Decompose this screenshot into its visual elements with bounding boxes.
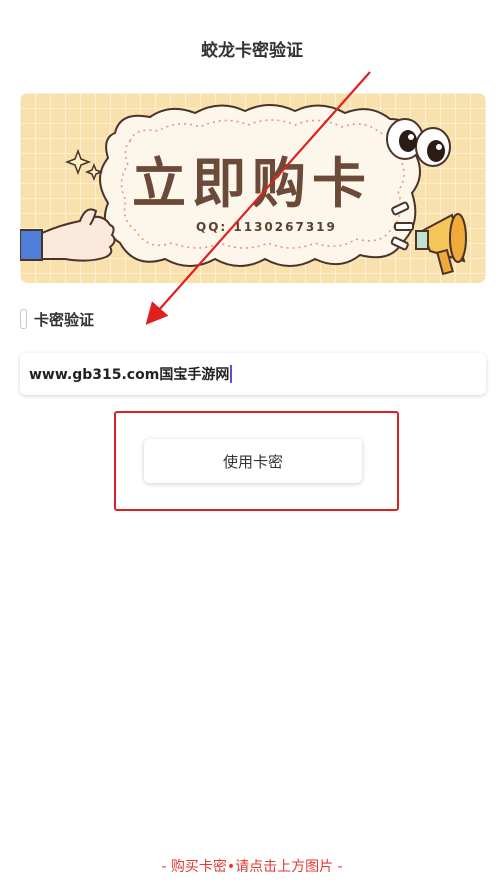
section-marker: [20, 309, 27, 329]
banner-qq: QQ: 1130267319: [196, 220, 337, 234]
card-key-input-value: www.gb315.com国宝手游网: [29, 367, 230, 383]
card-key-input[interactable]: www.gb315.com国宝手游网: [20, 353, 486, 395]
section-header: 卡密验证: [20, 308, 94, 330]
use-card-button[interactable]: 使用卡密: [144, 439, 362, 483]
footer-hint: - 购买卡密•请点击上方图片 -: [161, 859, 343, 875]
page-title: 蛟龙卡密验证: [201, 41, 303, 61]
section-label: 卡密验证: [34, 310, 95, 329]
text-caret: [230, 365, 233, 383]
banner-title: 立即购卡: [132, 152, 372, 215]
